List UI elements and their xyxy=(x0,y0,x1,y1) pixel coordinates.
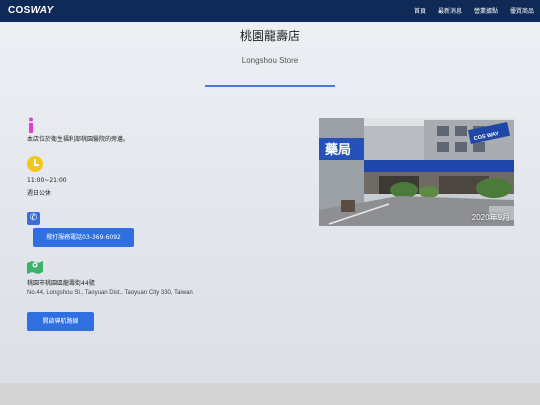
photo-date-label: 2020年9月 xyxy=(471,213,510,222)
business-hours: 11:00~21:00 xyxy=(27,177,67,184)
address-english: No.44, Longshou St., Taoyuan Dist., Taoy… xyxy=(27,290,193,296)
title-divider xyxy=(205,85,335,87)
store-subtitle: Longshou Store xyxy=(241,56,299,65)
footer-band xyxy=(0,383,540,405)
store-street-photo: 藥局 COS WAY 2020年9月 xyxy=(319,118,514,226)
clock-icon xyxy=(27,156,43,172)
closed-day: 週日公休 xyxy=(27,190,52,197)
brand-logo[interactable]: COSWAY xyxy=(8,5,54,16)
info-icon xyxy=(29,117,33,133)
store-title: 桃園龍壽店 xyxy=(239,29,300,43)
nav-home[interactable]: 首頁 xyxy=(414,6,426,15)
nav-news[interactable]: 最新消息 xyxy=(438,6,462,15)
top-navbar: COSWAY 首頁 最新消息 營業據點 優質商品 xyxy=(0,0,540,22)
address-chinese: 桃園市桃園區龍壽街44號 xyxy=(27,280,95,287)
store-notice: 本店位於衛生福利部桃園醫院的旁邊。 xyxy=(27,136,130,143)
map-icon xyxy=(27,261,43,274)
nav-stores[interactable]: 營業據點 xyxy=(474,6,498,15)
street-photo-image: 藥局 COS WAY xyxy=(319,118,514,226)
nav-links: 首頁 最新消息 營業據點 優質商品 xyxy=(402,6,534,15)
open-navigation-button[interactable]: 開啟導航路線 xyxy=(27,312,94,331)
call-service-button[interactable]: 撥打服務電話03-369-6092 xyxy=(33,228,134,247)
nav-products[interactable]: 優質商品 xyxy=(510,6,534,15)
logo-prefix: COS xyxy=(8,5,31,16)
photo-sign-left: 藥局 xyxy=(324,142,351,158)
logo-suffix: WAY xyxy=(30,5,54,16)
phone-icon: ✆ xyxy=(27,212,40,225)
